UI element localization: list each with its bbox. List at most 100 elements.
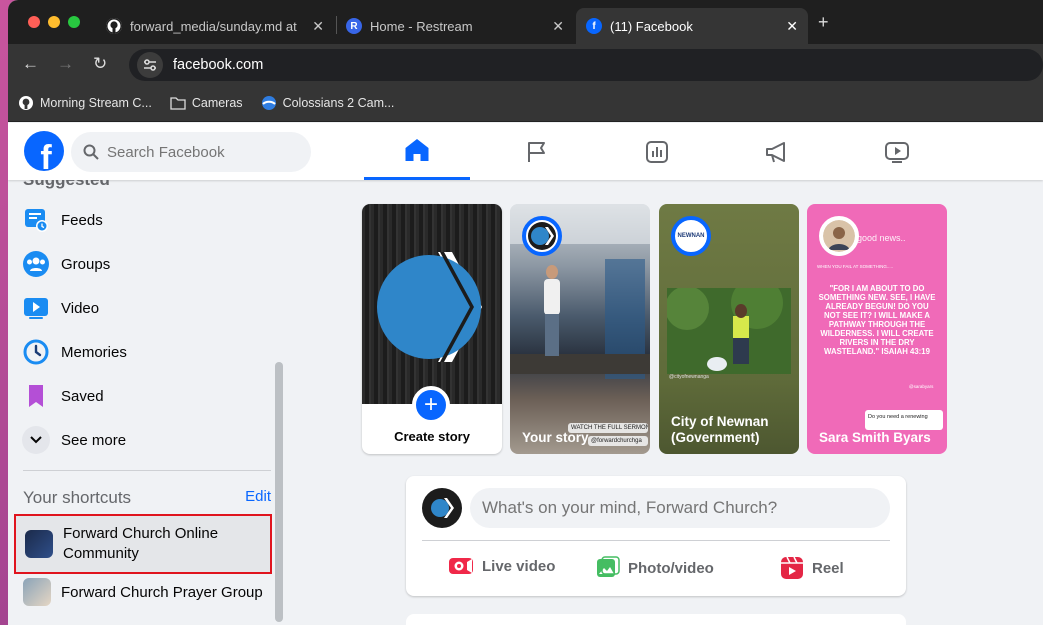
sidebar-item-memories[interactable]: Memories (22, 330, 272, 374)
sidebar-item-label: Memories (61, 343, 127, 361)
shortcut-forward-church-prayer-group[interactable]: Forward Church Prayer Group (14, 578, 272, 606)
sidebar-item-saved[interactable]: Saved (22, 374, 272, 418)
live-video-button[interactable]: Live video (448, 556, 555, 576)
section-heading-partial: Suggested (23, 180, 110, 190)
sidebar-item-video[interactable]: Video (22, 286, 272, 330)
chart-icon (646, 140, 668, 163)
new-tab-icon[interactable]: + (818, 12, 829, 33)
reel-label: Reel (812, 559, 844, 577)
story-handle: @sarabyars (909, 384, 934, 389)
photo-video-label: Photo/video (628, 559, 714, 577)
flag-icon (528, 141, 545, 162)
story-sara-smith-byars[interactable]: good news.. WHEN YOU FAIL AT SOMETHING..… (807, 204, 947, 454)
live-video-icon (449, 558, 473, 574)
tab-title: Home - Restream (370, 18, 473, 34)
back-icon[interactable]: ← (22, 54, 39, 74)
bookmark-morning-stream[interactable]: Morning Stream C... (18, 95, 152, 111)
browser-window: forward_media/sunday.md at ✕ R Home - Re… (8, 0, 1043, 625)
saved-icon (22, 382, 50, 410)
shortcuts-title: Your shortcuts (23, 488, 132, 507)
address-bar[interactable]: facebook.com (129, 49, 1043, 81)
github-icon (19, 95, 33, 110)
tab-strip: forward_media/sunday.md at ✕ R Home - Re… (8, 0, 1043, 44)
story-question-sticker: Do you need a renewing (865, 410, 943, 430)
bookmark-colossians[interactable]: Colossians 2 Cam... (261, 95, 395, 111)
bookmark-cameras[interactable]: Cameras (170, 96, 243, 110)
window-controls (28, 16, 80, 28)
story-name: Create story (394, 429, 470, 444)
forward-logo-icon (377, 252, 482, 362)
shortcut-label: Forward Church Online Community (63, 525, 219, 562)
tab-facebook[interactable]: f (11) Facebook ✕ (576, 8, 808, 44)
reel-button[interactable]: Reel (780, 556, 844, 580)
add-story-icon[interactable]: + (412, 386, 450, 424)
zoom-window-button[interactable] (68, 16, 80, 28)
photo-video-button[interactable]: Photo/video (596, 556, 714, 580)
story-subheader: WHEN YOU FAIL AT SOMETHING..... (817, 264, 894, 269)
edit-shortcuts-link[interactable]: Edit (245, 488, 271, 508)
nav-ads[interactable] (724, 123, 830, 180)
photo-icon (597, 556, 620, 577)
sidebar-item-feeds[interactable]: Feeds (22, 198, 272, 242)
forward-icon[interactable]: → (57, 54, 74, 74)
left-sidebar: Suggested Feeds Groups Video Memories (8, 180, 286, 625)
whats-on-your-mind-input[interactable] (470, 488, 890, 528)
home-icon (405, 139, 429, 161)
github-icon (106, 18, 122, 34)
close-window-button[interactable] (28, 16, 40, 28)
story-name: Sara Smith Byars (819, 430, 931, 445)
close-tab-icon[interactable]: ✕ (552, 18, 564, 35)
feeds-icon (22, 206, 50, 234)
megaphone-icon (766, 141, 785, 162)
nav-pages[interactable] (484, 123, 590, 180)
nav-home[interactable] (364, 123, 470, 180)
site-settings-icon[interactable] (137, 52, 163, 78)
sidebar-scrollbar[interactable] (275, 362, 283, 622)
sidebar-item-label: Video (61, 299, 100, 317)
close-tab-icon[interactable]: ✕ (786, 18, 798, 35)
story-quote: "FOR I AM ABOUT TO DO SOMETHING NEW. SEE… (818, 284, 936, 356)
story-create[interactable]: + Create story (362, 204, 502, 454)
sidebar-item-label: Groups (61, 255, 111, 273)
story-header: good news.. (857, 233, 906, 243)
nav-feeds[interactable] (604, 123, 710, 180)
sidebar-divider (23, 470, 271, 471)
story-caption: @cityofnewnanga (669, 374, 709, 380)
minimize-window-button[interactable] (48, 16, 60, 28)
close-tab-icon[interactable]: ✕ (312, 18, 324, 35)
shortcut-forward-church-online-community[interactable]: Forward Church Online Community (14, 514, 272, 574)
page-avatar[interactable] (422, 488, 462, 528)
sidebar-item-groups[interactable]: Groups (22, 242, 272, 286)
story-your-story[interactable]: WATCH THE FULL SERMON @forwardchurchga Y… (510, 204, 650, 454)
reload-icon[interactable]: ↻ (93, 54, 107, 74)
reel-icon (781, 556, 803, 579)
see-more-button[interactable]: See more (22, 418, 272, 462)
story-avatar: NEWNAN (671, 216, 711, 256)
post-composer: Live video Photo/video Reel (406, 476, 906, 596)
shortcuts-header: Your shortcuts Edit (23, 488, 271, 508)
sidebar-item-label: Saved (61, 387, 104, 405)
bookmark-label: Cameras (191, 95, 243, 110)
video-icon (885, 141, 909, 163)
facebook-logo[interactable]: f (24, 131, 64, 171)
search-input[interactable] (107, 143, 297, 161)
restream-icon: R (346, 18, 362, 34)
story-image (667, 288, 791, 374)
video-icon (22, 294, 50, 322)
group-thumbnail (23, 578, 51, 606)
story-preview (362, 204, 502, 404)
facebook-search[interactable] (71, 132, 311, 172)
tab-restream[interactable]: R Home - Restream ✕ (336, 8, 574, 44)
story-city-of-newnan[interactable]: NEWNAN @cityofnewnanga City of Newnan (G… (659, 204, 799, 454)
story-avatar (819, 216, 859, 256)
memories-icon (22, 338, 50, 366)
nav-video[interactable] (844, 123, 950, 180)
search-icon (83, 144, 99, 160)
sidebar-item-label: Feeds (61, 211, 103, 229)
group-thumbnail (25, 530, 53, 558)
bookmark-label: Colossians 2 Cam... (282, 95, 395, 110)
facebook-icon: f (586, 18, 602, 34)
composer-divider (422, 540, 890, 541)
tab-github[interactable]: forward_media/sunday.md at ✕ (96, 8, 334, 44)
bookmark-label: Morning Stream C... (40, 95, 152, 110)
